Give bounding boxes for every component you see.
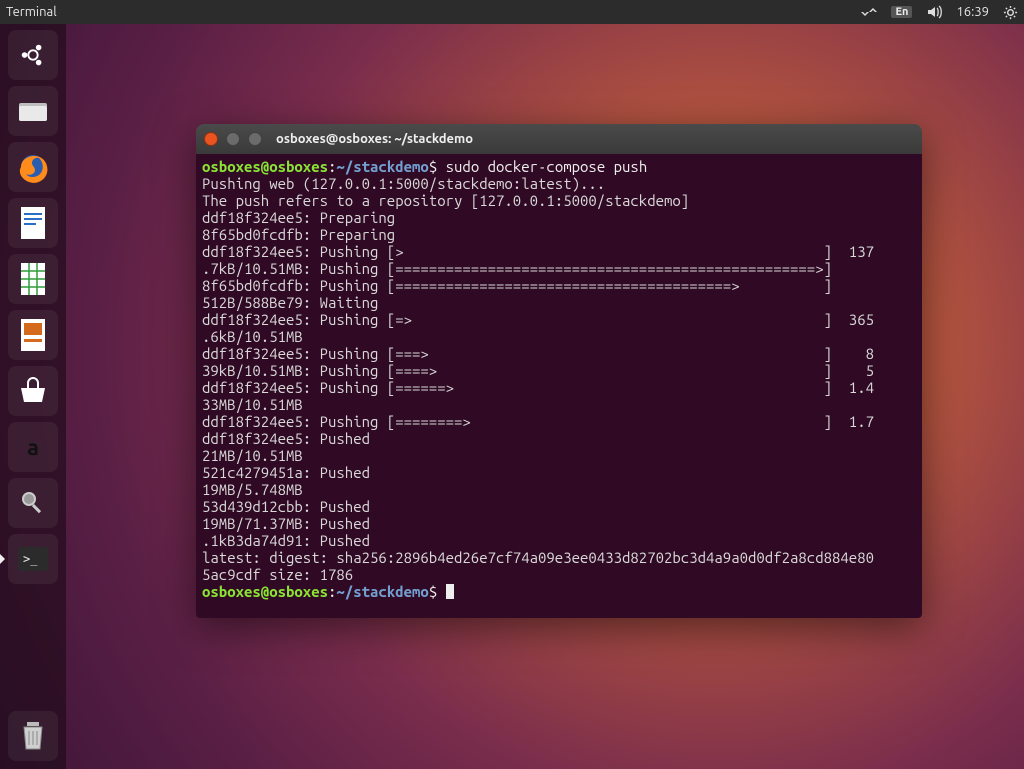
- window-maximize-button[interactable]: [248, 132, 262, 146]
- output-line: 8f65bd0fcdfb: Pushing [=================…: [202, 277, 832, 294]
- entered-command: sudo docker-compose push: [437, 158, 647, 175]
- output-line: 521c4279451a: Pushed: [202, 464, 370, 481]
- prompt-user: osboxes@osboxes: [202, 583, 328, 600]
- clock[interactable]: 16:39: [956, 5, 989, 19]
- output-line: .7kB/10.51MB: Pushing [=================…: [202, 260, 832, 277]
- terminal-title: osboxes@osboxes: ~/stackdemo: [276, 132, 473, 146]
- terminal-titlebar[interactable]: osboxes@osboxes: ~/stackdemo: [196, 124, 922, 154]
- trash-icon[interactable]: [8, 711, 58, 761]
- output-line: ddf18f324ee5: Pushing [===> ] 8: [202, 345, 874, 362]
- dash-icon[interactable]: [8, 30, 58, 80]
- prompt-path: ~/stackdemo: [336, 158, 428, 175]
- output-line: 8f65bd0fcdfb: Preparing: [202, 226, 395, 243]
- output-line: latest: digest: sha256:2896b4ed26e7cf74a…: [202, 549, 874, 566]
- software-icon[interactable]: [8, 366, 58, 416]
- terminal-window: osboxes@osboxes: ~/stackdemo osboxes@osb…: [196, 124, 922, 618]
- terminal-icon[interactable]: >_: [8, 534, 58, 584]
- calc-icon[interactable]: [8, 254, 58, 304]
- output-line: 39kB/10.51MB: Pushing [====> ] 5: [202, 362, 874, 379]
- output-line: 21MB/10.51MB: [202, 447, 303, 464]
- settings-icon[interactable]: [8, 478, 58, 528]
- output-line: ddf18f324ee5: Pushing [======> ] 1.4: [202, 379, 874, 396]
- output-line: .1kB3da74d91: Pushed: [202, 532, 370, 549]
- output-line: 19MB/5.748MB: [202, 481, 303, 498]
- files-icon[interactable]: [8, 86, 58, 136]
- network-icon[interactable]: [861, 4, 877, 20]
- output-line: 512B/588Be79: Waiting: [202, 294, 378, 311]
- output-line: 19MB/71.37MB: Pushed: [202, 515, 370, 532]
- window-close-button[interactable]: [204, 132, 218, 146]
- output-line: ddf18f324ee5: Pushing [========> ] 1.7: [202, 413, 874, 430]
- output-line: .6kB/10.51MB: [202, 328, 303, 345]
- output-line: 5ac9cdf size: 1786: [202, 566, 353, 583]
- window-minimize-button[interactable]: [226, 132, 240, 146]
- svg-text:>_: >_: [23, 552, 38, 566]
- prompt-user: osboxes@osboxes: [202, 158, 328, 175]
- writer-icon[interactable]: [8, 198, 58, 248]
- output-line: ddf18f324ee5: Pushing [> ] 137: [202, 243, 874, 260]
- active-app-title: Terminal: [6, 5, 57, 19]
- amazon-icon[interactable]: a: [8, 422, 58, 472]
- output-line: Pushing web (127.0.0.1:5000/stackdemo:la…: [202, 175, 605, 192]
- impress-icon[interactable]: [8, 310, 58, 360]
- output-line: 53d439d12cbb: Pushed: [202, 498, 370, 515]
- gear-icon[interactable]: [1003, 5, 1018, 20]
- top-menubar: Terminal En 16:39: [0, 0, 1024, 24]
- firefox-icon[interactable]: [8, 142, 58, 192]
- output-line: The push refers to a repository [127.0.0…: [202, 192, 689, 209]
- sound-icon[interactable]: [926, 4, 942, 20]
- output-line: 33MB/10.51MB: [202, 396, 303, 413]
- terminal-body[interactable]: osboxes@osboxes:~/stackdemo$ sudo docker…: [196, 154, 922, 618]
- unity-launcher: a >_: [0, 24, 66, 769]
- output-line: ddf18f324ee5: Preparing: [202, 209, 395, 226]
- language-indicator[interactable]: En: [891, 6, 912, 18]
- output-line: ddf18f324ee5: Pushed: [202, 430, 370, 447]
- prompt-path: ~/stackdemo: [336, 583, 428, 600]
- cursor: [446, 584, 454, 599]
- output-line: ddf18f324ee5: Pushing [=> ] 365: [202, 311, 874, 328]
